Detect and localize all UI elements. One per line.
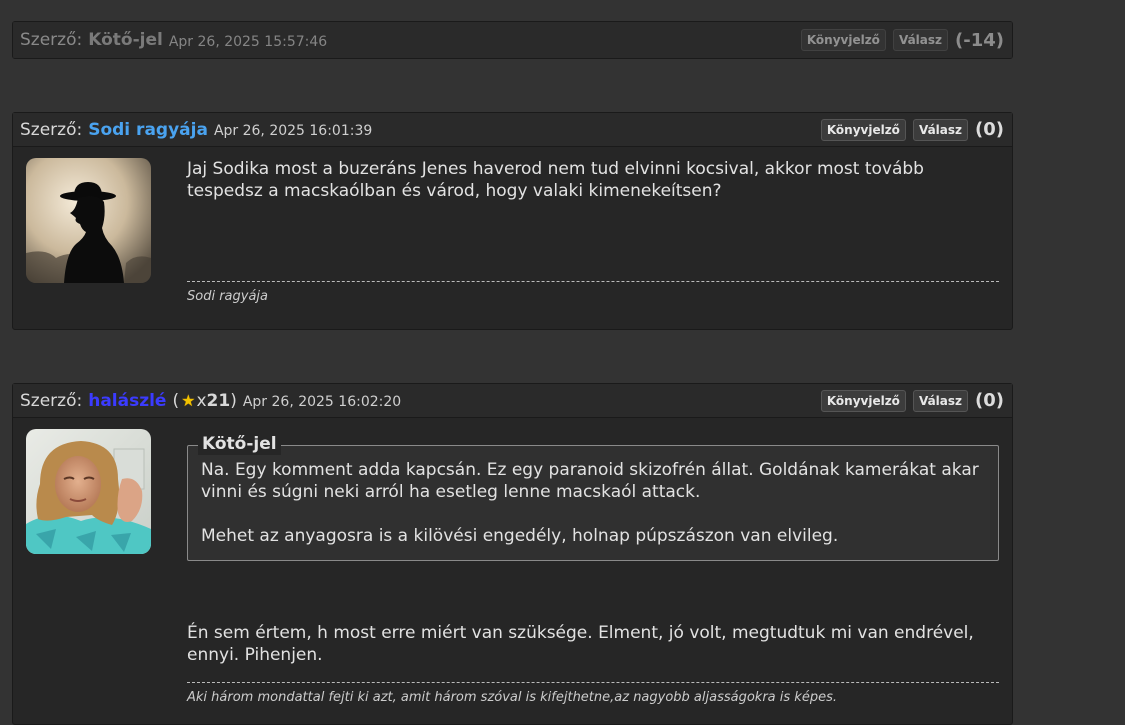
avatar[interactable]: [26, 429, 151, 554]
post-content: Jaj Sodika most a buzeráns Jenes haverod…: [187, 158, 999, 304]
post-header: Szerző: halászlé ( ★ x 21 ) Apr 26, 2025…: [13, 384, 1012, 418]
post-content: Kötő-jel Na. Egy komment adda kapcsán. E…: [187, 433, 999, 705]
post-score: (-14): [955, 29, 1004, 51]
author-label: Szerző:: [20, 30, 83, 50]
post-text: Én sem értem, h most erre miért van szük…: [187, 623, 974, 665]
stars-multiplier: x: [196, 390, 207, 411]
post-body: Kötő-jel Na. Egy komment adda kapcsán. E…: [13, 418, 1012, 715]
quote-author: Kötő-jel: [198, 433, 281, 455]
author-label: Szerző:: [20, 390, 83, 411]
stars-open-paren: (: [172, 390, 180, 411]
post-score: (0): [975, 390, 1004, 411]
post-header: Szerző: Kötő-jel Apr 26, 2025 15:57:46 K…: [13, 22, 1012, 58]
avatar[interactable]: [26, 158, 151, 283]
quote-text-paragraph: Mehet az anyagosra is a kilövési engedél…: [201, 526, 839, 546]
reply-button[interactable]: Válasz: [912, 389, 969, 412]
author-name[interactable]: Sodi ragyája: [88, 120, 208, 140]
post-text: Jaj Sodika most a buzeráns Jenes haverod…: [187, 159, 924, 201]
post-timestamp: Apr 26, 2025 16:01:39: [213, 123, 373, 139]
post-header: Szerző: Sodi ragyája Apr 26, 2025 16:01:…: [13, 113, 1012, 147]
bookmark-button[interactable]: Könyvjelző: [820, 389, 906, 412]
woman-avatar-image: [26, 429, 151, 554]
author-label: Szerző:: [20, 119, 83, 140]
reply-button[interactable]: Válasz: [892, 29, 949, 51]
stars-count: 21: [206, 390, 231, 411]
signature-divider: Aki három mondattal fejti ki azt, amit h…: [187, 682, 999, 705]
post-body: Jaj Sodika most a buzeráns Jenes haverod…: [13, 147, 1012, 314]
signature: Sodi ragyája: [187, 289, 269, 304]
post-timestamp: Apr 26, 2025 16:02:20: [242, 394, 402, 410]
post: Szerző: halászlé ( ★ x 21 ) Apr 26, 2025…: [12, 383, 1013, 725]
stars-close-paren: ): [230, 390, 237, 411]
bookmark-button[interactable]: Könyvjelző: [800, 29, 886, 51]
signature: Aki három mondattal fejti ki azt, amit h…: [187, 690, 837, 705]
post-timestamp: Apr 26, 2025 15:57:46: [168, 33, 328, 50]
star-rating: ( ★ x 21 ): [172, 391, 236, 411]
quote-text-paragraph: Na. Egy komment adda kapcsán. Ez egy par…: [201, 460, 979, 502]
post-score: (0): [975, 119, 1004, 140]
quote-block: Kötő-jel Na. Egy komment adda kapcsán. E…: [187, 433, 999, 561]
post-collapsed: Szerző: Kötő-jel Apr 26, 2025 15:57:46 K…: [12, 21, 1013, 59]
author-name[interactable]: Kötő-jel: [88, 30, 163, 50]
star-icon: ★: [181, 391, 196, 410]
bookmark-button[interactable]: Könyvjelző: [820, 118, 906, 141]
reply-button[interactable]: Válasz: [912, 118, 969, 141]
signature-divider: Sodi ragyája: [187, 281, 999, 304]
silhouette-avatar-image: [26, 158, 151, 283]
post: Szerző: Sodi ragyája Apr 26, 2025 16:01:…: [12, 112, 1013, 330]
author-name[interactable]: halászlé: [88, 391, 166, 411]
